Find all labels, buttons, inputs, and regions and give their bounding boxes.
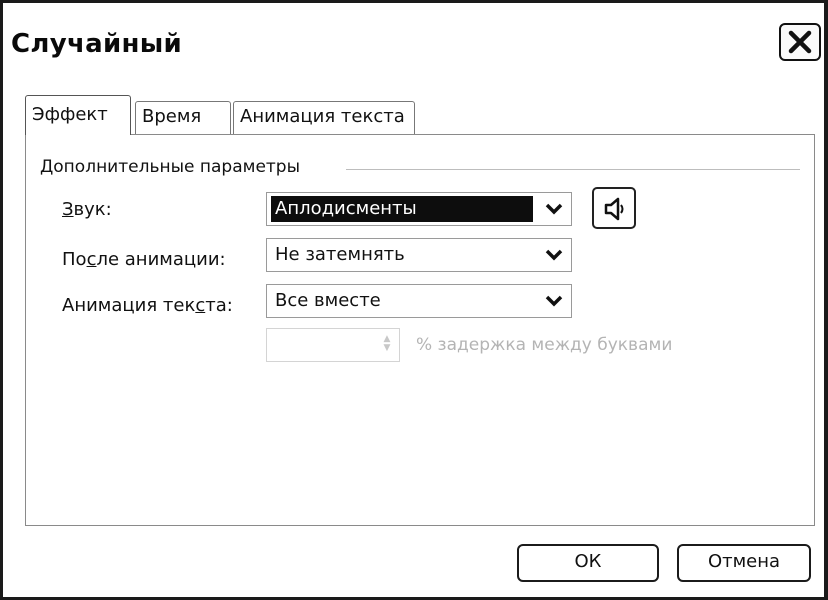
sound-preview-button[interactable] — [592, 187, 636, 229]
animate-text-select[interactable]: Все вместе — [266, 284, 572, 318]
after-label-accesskey: с — [86, 249, 97, 270]
tab-panel-effect: Дополнительные параметры Звук: Аплодисме… — [25, 134, 815, 526]
window-title: Случайный — [11, 29, 183, 59]
letter-delay-label: % задержка между буквами — [416, 335, 673, 355]
speaker-icon — [604, 197, 624, 221]
chevron-down-icon[interactable] — [541, 196, 569, 222]
close-button[interactable] — [779, 23, 821, 61]
tab-timing[interactable]: Время — [135, 101, 231, 135]
after-animation-select-value: Не затемнять — [275, 244, 405, 265]
text-anim-label-post: та: — [205, 295, 233, 316]
ok-button[interactable]: ОК — [517, 544, 659, 582]
title-bar[interactable]: Случайный — [3, 3, 824, 77]
cancel-button[interactable]: Отмена — [677, 544, 811, 582]
sound-select-value: Аплодисменты — [271, 196, 533, 222]
sound-label-accesskey: З — [62, 199, 74, 220]
sound-select[interactable]: Аплодисменты — [266, 192, 572, 226]
after-label-post: ле анимации: — [96, 249, 226, 270]
sound-label-post: вук: — [73, 199, 112, 220]
tab-text-animation[interactable]: Анимация текста — [233, 101, 415, 135]
chevron-down-icon[interactable] — [541, 242, 569, 268]
animate-text-label: Анимация текста: — [62, 295, 233, 316]
text-anim-label-pre: Анимация тек — [62, 295, 196, 316]
chevron-down-icon[interactable] — [541, 288, 569, 314]
letter-delay-spinner[interactable]: ▲ ▼ — [266, 328, 400, 362]
group-legend: Дополнительные параметры — [40, 157, 305, 177]
group-divider — [346, 169, 800, 170]
after-label-pre: По — [62, 249, 87, 270]
tab-strip: Эффект Время Анимация текста — [25, 95, 415, 135]
dialog-window: Случайный Эффект Время Анимация текста Д… — [0, 0, 828, 600]
after-animation-label: После анимации: — [62, 249, 226, 270]
tab-effect[interactable]: Эффект — [25, 95, 131, 135]
close-icon — [788, 30, 812, 54]
animate-text-select-value: Все вместе — [275, 290, 381, 311]
text-anim-label-accesskey: с — [195, 295, 206, 316]
spin-arrows-icon[interactable]: ▲ ▼ — [379, 335, 395, 355]
after-animation-select[interactable]: Не затемнять — [266, 238, 572, 272]
sound-label: Звук: — [62, 199, 112, 220]
